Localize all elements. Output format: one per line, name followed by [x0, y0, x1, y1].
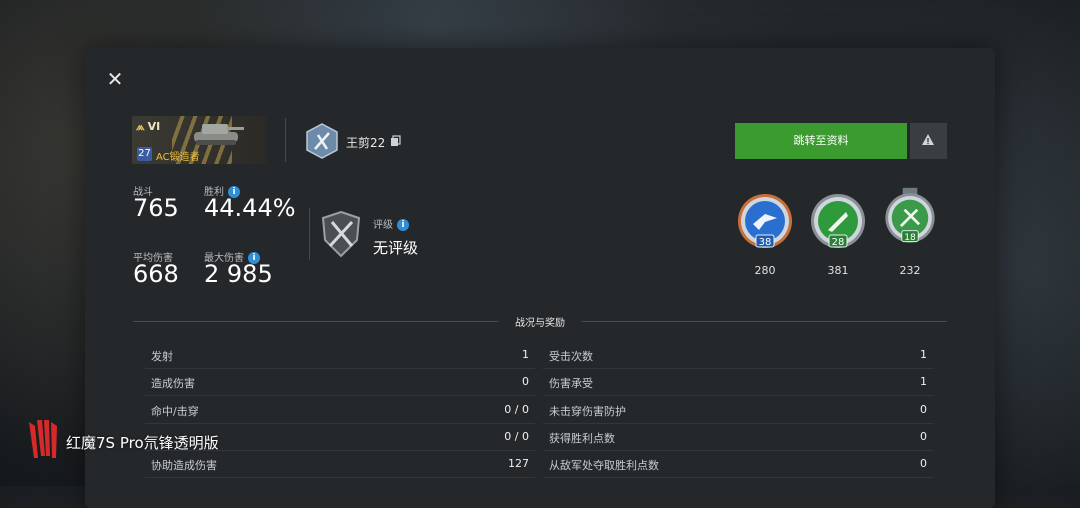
stats-row-label: 协助造成伤害 — [151, 459, 217, 473]
stats-row-value: 1 — [920, 348, 927, 361]
player-name: 王剪22 — [346, 136, 386, 150]
medal-icon[interactable]: 18 — [880, 186, 940, 248]
stats-row: 协助造成伤害 127 — [145, 451, 535, 479]
close-icon[interactable]: ✕ — [106, 69, 124, 89]
stats-row-value: 0 / 0 — [504, 402, 529, 416]
stats-row: 受击次数 1 — [543, 342, 933, 369]
rating-label-wrap: 评级 i — [373, 216, 409, 231]
stats-row-label: 从敌军处夺取胜利点数 — [549, 459, 659, 473]
stats-row: 命中/击穿 0 / 0 — [145, 397, 535, 424]
warning-icon — [922, 134, 934, 145]
goto-profile-button[interactable]: 跳转至资料 — [735, 123, 907, 159]
stats-row-value: 0 — [920, 457, 927, 471]
info-icon[interactable]: i — [397, 219, 409, 231]
stats-row-label: 未击穿伤害防护 — [549, 404, 626, 418]
medal-count: 280 — [754, 264, 776, 277]
stats-row-value: 1 — [522, 348, 529, 361]
stats-row: 造成伤害 0 — [145, 369, 535, 397]
report-button[interactable] — [910, 123, 947, 159]
section-divider — [133, 321, 498, 322]
medal-badge: 18 — [904, 233, 916, 243]
stats-row-label: 伤害承受 — [549, 377, 593, 391]
stats-row-value: 0 — [522, 375, 529, 389]
stats-row-value: 0 / 0 — [504, 429, 529, 443]
stats-row-value: 0 — [920, 402, 927, 416]
stats-row-label: 造成伤害 — [151, 377, 195, 391]
max-damage-value: 2 985 — [204, 260, 273, 288]
red-magic-logo-icon — [29, 420, 57, 458]
section-title: 战况与奖励 — [515, 318, 565, 329]
vehicle-level-badge: 27 — [137, 147, 152, 161]
stats-row: 获得胜利点数 0 — [543, 424, 933, 451]
stats-row-value: 0 — [920, 429, 927, 443]
stats-row: 从敌军处夺取胜利点数 0 — [543, 451, 933, 479]
vehicle-name: AC锻造者 — [156, 152, 200, 163]
battles-value: 765 — [133, 194, 179, 222]
stats-row-label: 命中/击穿 — [151, 404, 199, 418]
medal-badge: 38 — [759, 237, 772, 248]
stats-row-label: 获得胜利点数 — [549, 431, 615, 445]
copy-icon[interactable] — [390, 135, 402, 147]
medal-icon[interactable]: 38 — [735, 192, 795, 254]
stats-row-value: 1 — [920, 375, 927, 389]
rating-shield-icon — [321, 210, 361, 258]
stats-row: 发射 1 — [145, 342, 535, 369]
medal-count: 381 — [827, 264, 849, 277]
vehicle-card: ⩕ VI 27 AC锻造者 — [132, 116, 266, 164]
medal-count: 232 — [899, 264, 921, 277]
rating-value: 无评级 — [373, 239, 419, 257]
tier-label: ⩕ VI — [136, 120, 161, 133]
stats-row-label: 受击次数 — [549, 350, 593, 363]
stats-row-label: 发射 — [151, 350, 173, 363]
stats-row: 未击穿伤害防护 0 — [543, 397, 933, 424]
stats-row: 伤害承受 1 — [543, 369, 933, 397]
medal-badge: 28 — [832, 237, 845, 248]
avg-damage-value: 668 — [133, 260, 179, 288]
tank-icon — [194, 124, 244, 145]
section-divider — [582, 321, 947, 322]
rating-label: 评级 — [373, 220, 393, 231]
divider — [309, 208, 310, 260]
medal-icon[interactable]: 28 — [808, 192, 868, 254]
divider — [285, 118, 286, 162]
player-rank-icon — [306, 123, 338, 159]
tier-value: VI — [147, 120, 161, 133]
stats-row-value: 127 — [508, 457, 529, 471]
win-rate-value: 44.44% — [204, 194, 296, 222]
watermark-text: 红魔7S Pro氘锋透明版 — [66, 434, 219, 452]
